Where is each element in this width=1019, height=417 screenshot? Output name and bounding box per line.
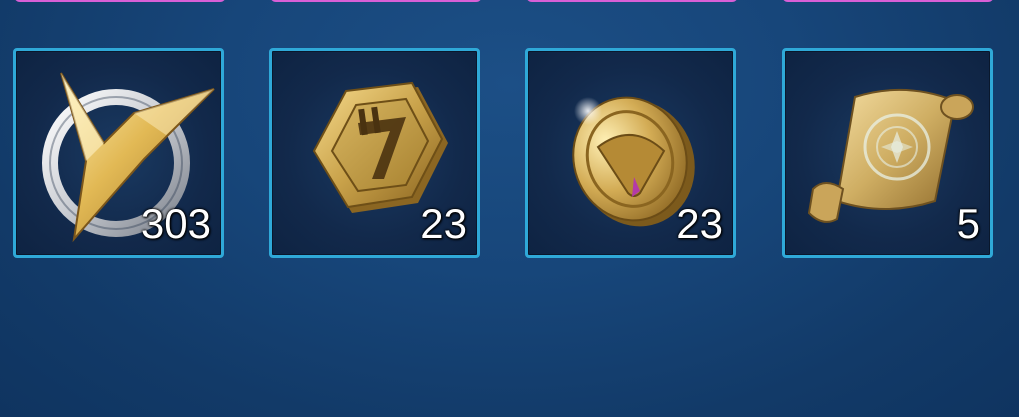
item-count: 23 — [676, 200, 723, 247]
item-count: 303 — [140, 200, 211, 247]
item-slot-hexagon-coin[interactable]: 23 — [269, 48, 480, 258]
top-row-item-frame-2[interactable] — [270, 0, 482, 2]
item-slot-v-emblem[interactable]: 303 — [13, 48, 224, 258]
item-slot-gold-coin[interactable]: 23 — [525, 48, 736, 258]
item-slot-scroll[interactable]: 5 — [782, 48, 993, 258]
top-row-item-frame-3[interactable] — [526, 0, 738, 2]
item-count: 5 — [956, 200, 980, 247]
top-row-item-frame-4[interactable] — [782, 0, 994, 2]
item-count: 23 — [420, 200, 467, 247]
top-row-item-frame-1[interactable] — [14, 0, 226, 2]
